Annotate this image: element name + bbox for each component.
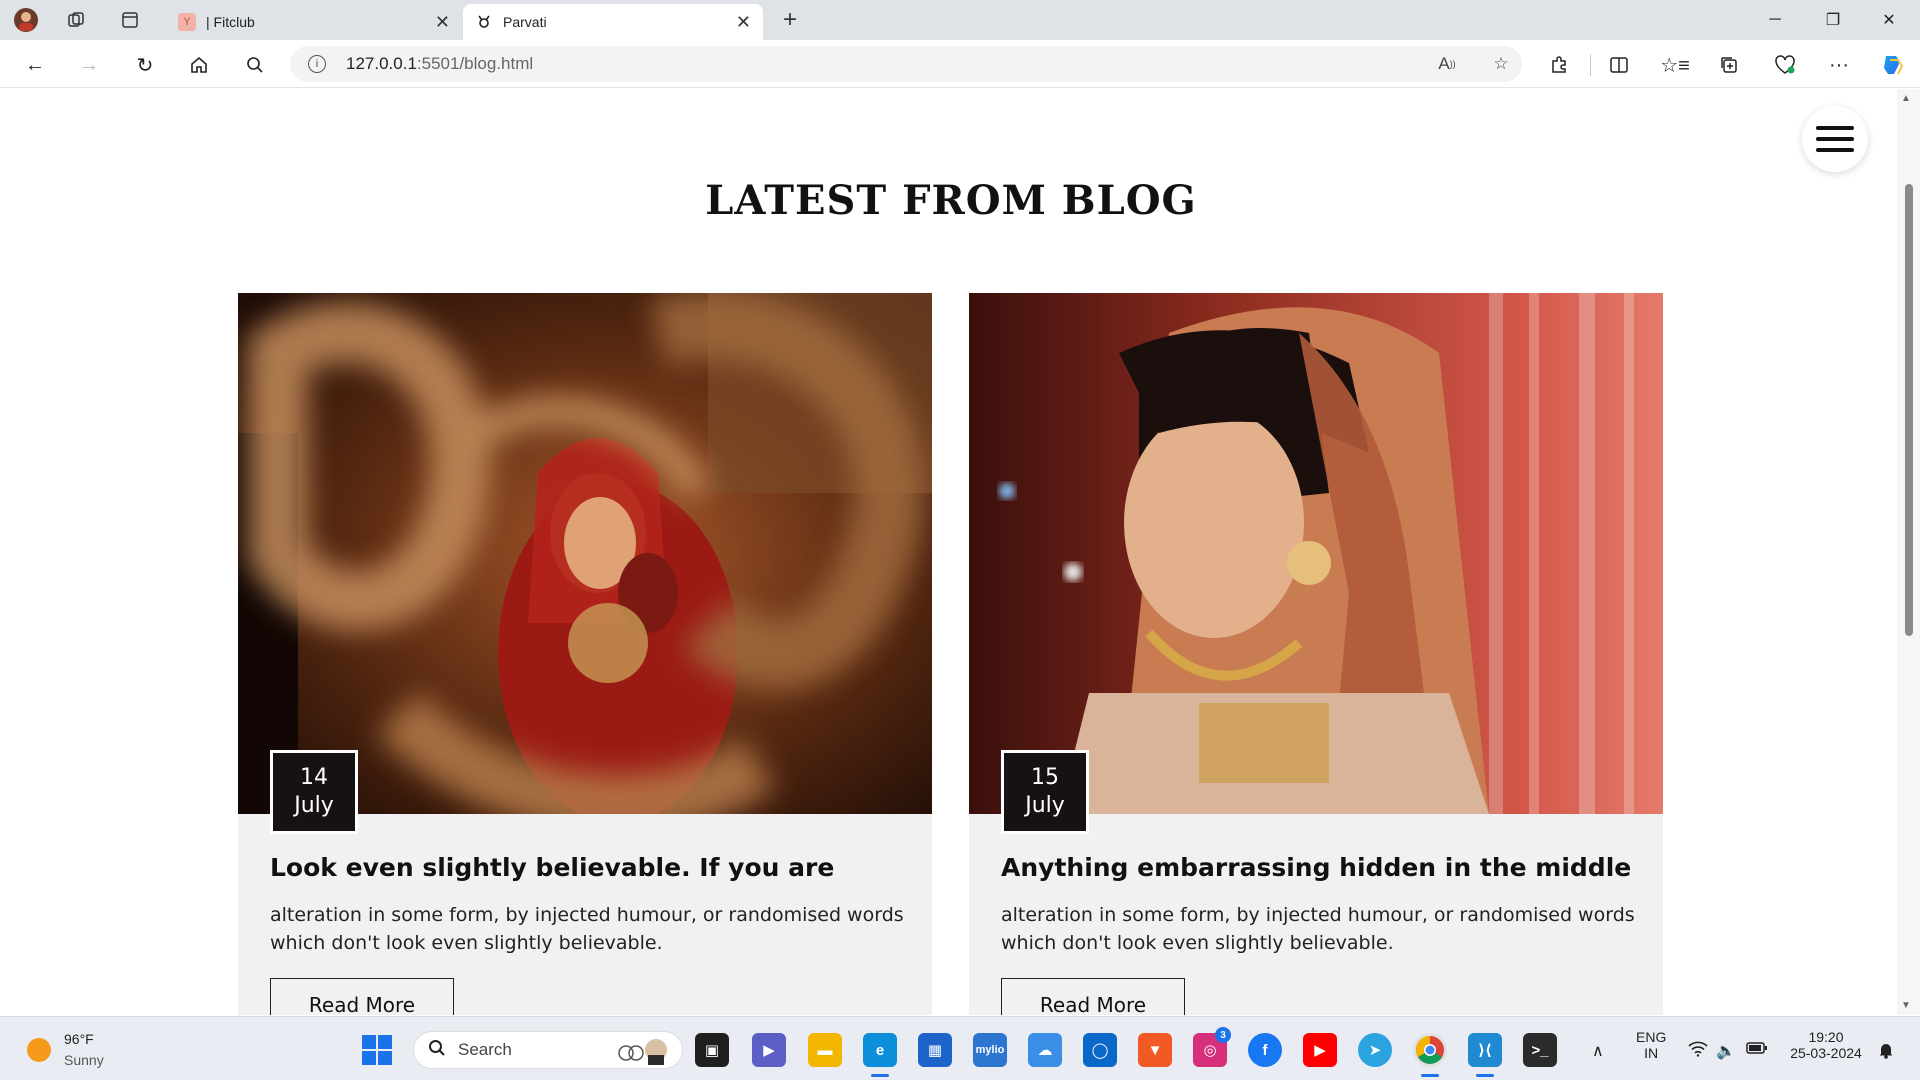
home-icon[interactable]: [184, 50, 214, 80]
language-indicator[interactable]: ENG IN: [1636, 1029, 1666, 1061]
blog-card: 14 July Look even slightly believable. I…: [238, 293, 932, 1015]
browser-essentials-icon[interactable]: [1770, 50, 1800, 80]
workspaces-icon[interactable]: [62, 6, 90, 34]
search-icon[interactable]: [240, 50, 270, 80]
tab-title: Parvati: [503, 14, 547, 30]
read-more-button[interactable]: Read More: [1001, 978, 1185, 1015]
weather-temperature[interactable]: 96°F: [64, 1031, 94, 1047]
post-excerpt: alteration in some form, by injected hum…: [1001, 904, 1635, 954]
menu-hamburger-button[interactable]: [1802, 106, 1868, 172]
windows-taskbar: 96°F Sunny Search ▣ ▶ ▬ e ▦ mylio ☁ ◯ ▼ …: [0, 1016, 1920, 1080]
section-title: LATEST FROM BLOG: [705, 177, 1197, 224]
hamburger-line: [1816, 126, 1854, 130]
copilot-icon[interactable]: [1878, 50, 1908, 80]
wifi-icon[interactable]: [1688, 1041, 1708, 1062]
collections-icon[interactable]: [1714, 50, 1744, 80]
tab-parvati[interactable]: Parvati ✕: [463, 4, 763, 40]
scroll-thumb[interactable]: [1905, 184, 1913, 636]
clock-date: 25-03-2024: [1790, 1045, 1862, 1061]
youtube-icon[interactable]: ▶: [1303, 1033, 1337, 1067]
site-info-icon[interactable]: i: [308, 55, 326, 73]
extensions-icon[interactable]: [1544, 50, 1574, 80]
toolbar-divider: [1590, 54, 1591, 76]
close-tab-icon[interactable]: ✕: [736, 12, 751, 33]
terminal-icon[interactable]: >_: [1523, 1033, 1557, 1067]
taskbar-search-box[interactable]: Search: [413, 1031, 683, 1069]
notification-bell-icon[interactable]: [1878, 1041, 1894, 1064]
tab-fitclub[interactable]: Y | Fitclub ✕: [166, 4, 462, 40]
weather-app-icon[interactable]: ☁: [1028, 1033, 1062, 1067]
address-bar[interactable]: i 127.0.0.1:5501/blog.html A)) ☆: [290, 46, 1522, 82]
browser-toolbar: ← → ↻ i 127.0.0.1:5501/blog.html A)) ☆ ☆…: [0, 40, 1920, 88]
read-more-button[interactable]: Read More: [270, 978, 454, 1015]
battery-icon[interactable]: [1746, 1041, 1768, 1060]
page-scrollbar[interactable]: ▲ ▼: [1897, 89, 1920, 1015]
favorite-star-icon[interactable]: ☆: [1486, 49, 1516, 79]
search-label: Search: [458, 1040, 512, 1059]
microsoft-store-icon[interactable]: ▦: [918, 1033, 952, 1067]
post-month: July: [1025, 793, 1065, 818]
lang-line1: ENG: [1636, 1029, 1667, 1045]
weather-condition[interactable]: Sunny: [64, 1052, 104, 1068]
blog-image-bride-portrait[interactable]: [969, 293, 1663, 814]
task-view-icon[interactable]: ▣: [695, 1033, 729, 1067]
page-viewport: LATEST FROM BLOG 14 July Look even sligh…: [5, 89, 1897, 1015]
start-windows-icon[interactable]: [362, 1035, 392, 1065]
hamburger-line: [1816, 137, 1854, 141]
refresh-icon[interactable]: ↻: [130, 50, 160, 80]
cortana-ring-icon[interactable]: ◯: [1083, 1033, 1117, 1067]
minimize-icon[interactable]: ─: [1748, 0, 1802, 40]
instagram-icon[interactable]: ◎ 3: [1193, 1027, 1231, 1067]
brave-browser-icon[interactable]: ▼: [1138, 1033, 1172, 1067]
url-path: :5501/blog.html: [416, 54, 534, 73]
instagram-badge: 3: [1215, 1027, 1231, 1043]
forward-icon[interactable]: →: [74, 50, 104, 80]
edge-browser-icon[interactable]: e: [863, 1033, 897, 1077]
facebook-icon[interactable]: f: [1248, 1033, 1282, 1067]
show-hidden-icons-chevron-icon[interactable]: ∧: [1592, 1041, 1604, 1061]
post-day: 15: [1031, 765, 1059, 790]
post-title[interactable]: Anything embarrassing hidden in the midd…: [1001, 853, 1641, 882]
post-excerpt: alteration in some form, by injected hum…: [270, 904, 904, 954]
teams-chat-icon[interactable]: ▶: [752, 1033, 786, 1067]
telegram-icon[interactable]: ➤: [1358, 1033, 1392, 1067]
new-tab-icon[interactable]: +: [776, 6, 804, 34]
favorites-icon[interactable]: ☆≡: [1660, 50, 1690, 80]
weather-sun-icon[interactable]: [27, 1038, 51, 1062]
close-window-icon[interactable]: ✕: [1862, 0, 1916, 40]
read-aloud-icon[interactable]: A)): [1432, 49, 1462, 79]
hamburger-line: [1816, 148, 1854, 152]
scroll-up-arrow-icon[interactable]: ▲: [1901, 93, 1911, 104]
parvati-favicon-icon: [475, 13, 493, 31]
back-icon[interactable]: ←: [20, 50, 50, 80]
close-tab-icon[interactable]: ✕: [435, 12, 450, 33]
tab-actions-icon[interactable]: [116, 6, 144, 34]
split-screen-icon[interactable]: [1604, 50, 1634, 80]
scroll-down-arrow-icon[interactable]: ▼: [1901, 1000, 1911, 1011]
chrome-browser-icon[interactable]: [1413, 1033, 1447, 1077]
profile-avatar-icon[interactable]: [12, 6, 40, 34]
blog-image-bride-mirror[interactable]: [238, 293, 932, 814]
post-month: July: [294, 793, 334, 818]
post-date-badge: 14 July: [270, 750, 358, 834]
blog-card: 15 July Anything embarrassing hidden in …: [969, 293, 1663, 1015]
clock[interactable]: 19:20 25-03-2024: [1786, 1029, 1866, 1061]
clock-time: 19:20: [1808, 1029, 1844, 1045]
restore-icon[interactable]: ❐: [1806, 0, 1860, 40]
fitclub-favicon-icon: Y: [178, 13, 196, 31]
search-highlight-icon: [612, 1037, 672, 1070]
search-icon: [428, 1039, 446, 1062]
mylio-app-icon[interactable]: mylio: [973, 1033, 1007, 1067]
url-host: 127.0.0.1: [346, 54, 417, 73]
volume-icon[interactable]: 🔈: [1716, 1041, 1736, 1061]
vscode-icon[interactable]: ⟩⟨: [1468, 1033, 1502, 1077]
browser-tab-bar: Y | Fitclub ✕ Parvati ✕ + ─ ❐ ✕: [0, 0, 1920, 40]
file-explorer-icon[interactable]: ▬: [808, 1033, 842, 1067]
lang-line2: IN: [1644, 1045, 1659, 1061]
post-date-badge: 15 July: [1001, 750, 1089, 834]
tab-title: | Fitclub: [206, 14, 255, 30]
more-options-icon[interactable]: ···: [1824, 50, 1854, 80]
post-title[interactable]: Look even slightly believable. If you ar…: [270, 853, 910, 882]
post-day: 14: [300, 765, 328, 790]
